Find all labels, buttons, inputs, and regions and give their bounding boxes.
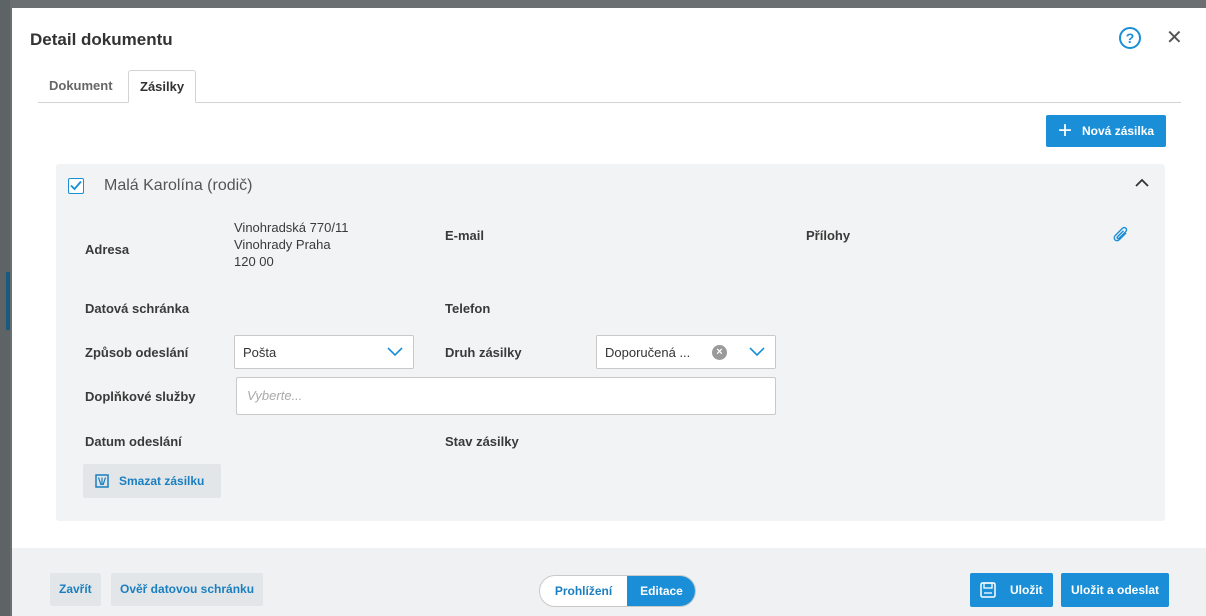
send-method-label: Způsob odeslání [85,345,189,360]
send-date-label: Datum odeslání [85,434,182,449]
shipment-checkbox[interactable] [68,178,84,194]
tab-dokument[interactable]: Dokument [38,70,124,103]
phone-label: Telefon [445,301,491,316]
address-label: Adresa [85,242,130,257]
close-icon[interactable]: ✕ [1166,27,1183,49]
trash-icon [95,474,109,488]
shipment-status-label: Stav zásilky [445,434,519,449]
send-method-select[interactable]: Pošta [234,335,414,369]
chevron-down-icon [749,347,765,357]
extra-services-input[interactable]: Vyberte... [236,377,776,415]
help-icon[interactable]: ? [1119,27,1141,49]
shipment-type-label: Druh zásilky [445,345,522,360]
email-label: E-mail [445,228,485,243]
mode-toggle: Prohlížení Editace [539,575,696,607]
checkbox-icon [70,180,82,191]
extra-services-label: Doplňkové služby [85,389,196,404]
clear-icon[interactable]: × [712,345,727,360]
paperclip-icon[interactable] [1113,226,1129,244]
new-shipment-button[interactable]: + Nová zásilka [1046,115,1166,147]
tab-zasilky[interactable]: Zásilky [128,70,197,103]
chevron-down-icon [387,347,403,357]
verify-data-box-button[interactable]: Ověř datovou schránku [111,573,264,606]
save-label: Uložit [1010,583,1043,597]
document-detail-dialog: Detail dokumentu ? ✕ Dokument Zásilky + … [12,8,1206,616]
address-line: Vinohrady Praha [234,237,331,252]
save-button[interactable]: Uložit [970,573,1053,607]
save-icon [980,582,996,598]
save-and-send-button[interactable]: Uložit a odeslat [1061,573,1170,607]
recipient-name: Malá Karolína (rodič) [104,177,253,194]
delete-shipment-label: Smazat zásilku [119,474,205,488]
mode-view-option[interactable]: Prohlížení [540,576,627,606]
mode-edit-option[interactable]: Editace [627,576,695,606]
delete-shipment-button[interactable]: Smazat zásilku [83,464,221,498]
data-box-label: Datová schránka [85,301,190,316]
shipment-type-select[interactable]: Doporučená ... × [596,335,776,369]
chevron-up-icon[interactable] [1135,178,1149,188]
dialog-title: Detail dokumentu [30,30,173,49]
address-line: Vinohradská 770/11 [234,220,349,235]
background-accent [6,272,10,330]
new-shipment-label: Nová zásilka [1082,124,1155,138]
shipment-type-value: Doporučená ... [605,344,691,360]
shipment-card: Malá Karolína (rodič) Adresa Vinohradská… [56,164,1165,521]
send-method-value: Pošta [243,344,277,360]
dialog-footer: Zavřít Ověř datovou schránku Prohlížení … [12,548,1206,616]
attachments-label: Přílohy [806,228,851,243]
plus-icon: + [1058,117,1073,144]
close-button[interactable]: Zavřít [50,573,101,606]
address-value: Vinohradská 770/11 Vinohrady Praha 120 0… [234,219,348,270]
address-line: 120 00 [234,254,274,269]
tab-bar: Dokument Zásilky [38,70,1181,103]
